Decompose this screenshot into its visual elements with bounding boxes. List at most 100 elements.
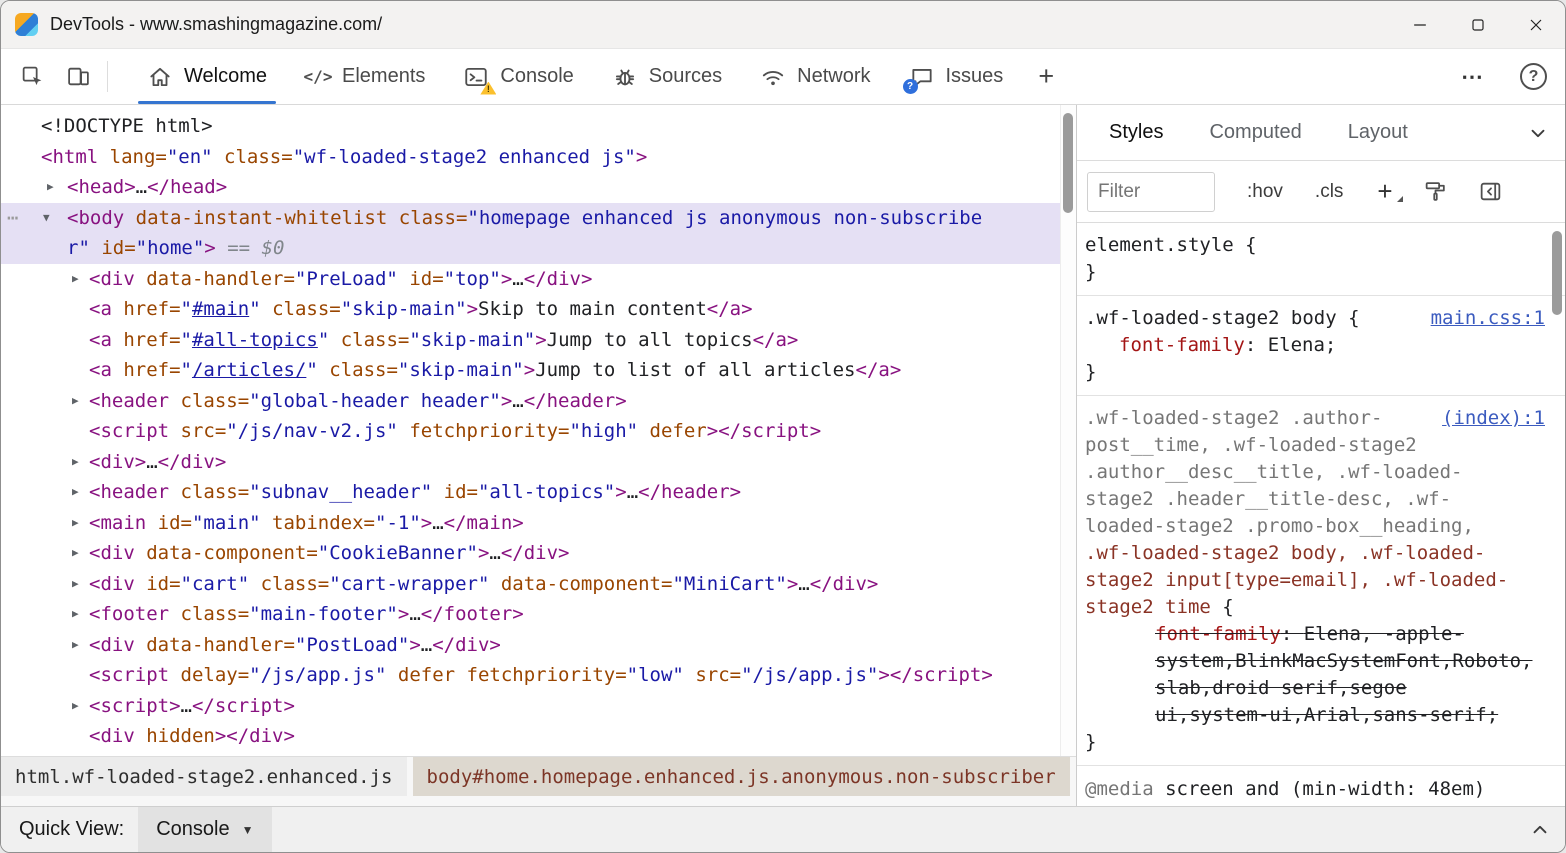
- code-token: class=: [169, 390, 249, 412]
- expand-arrow-icon[interactable]: ▶: [72, 569, 79, 600]
- expand-arrow-icon[interactable]: ▶: [72, 447, 79, 478]
- styles-filter-input[interactable]: [1087, 172, 1215, 212]
- attribute-link[interactable]: /articles/: [192, 359, 306, 381]
- dom-tree-node[interactable]: ▶<div id="cart" class="cart-wrapper" dat…: [1, 569, 1076, 600]
- code-token: <div: [89, 268, 135, 290]
- sidebar-tabs-overflow-button[interactable]: [1527, 122, 1549, 144]
- toggle-element-state-button[interactable]: :hov: [1247, 181, 1283, 203]
- tab-elements[interactable]: </>Elements: [286, 49, 444, 104]
- code-token: data-instant-whitelist: [124, 207, 387, 229]
- customize-devtools-button[interactable]: ⋯: [1443, 64, 1503, 90]
- dom-tree-node[interactable]: <a href="/articles/" class="skip-main">J…: [1, 355, 1076, 386]
- code-token: <script: [89, 664, 169, 686]
- collapse-arrow-icon[interactable]: ▼: [43, 203, 50, 234]
- elements-scrollbar[interactable]: [1060, 105, 1076, 756]
- attribute-link[interactable]: #main: [192, 298, 249, 320]
- code-token: <a: [89, 329, 112, 351]
- device-emulation-button[interactable]: [55, 49, 101, 104]
- css-rule[interactable]: element.style {}: [1077, 223, 1565, 296]
- scrollbar-thumb[interactable]: [1063, 113, 1073, 213]
- selector-segment: .wf-loaded-stage2 .author-: [1085, 407, 1382, 429]
- dom-tree-node[interactable]: ▶<main id="main" tabindex="-1">…</main>: [1, 508, 1076, 539]
- dom-tree-node[interactable]: ▶<div>…</div>: [1, 447, 1076, 478]
- attribute-link[interactable]: #all-topics: [192, 329, 318, 351]
- expand-arrow-icon[interactable]: ▶: [72, 691, 79, 722]
- expand-arrow-icon[interactable]: ▶: [72, 264, 79, 295]
- css-property-value: slab,droid serif,segoe: [1155, 677, 1407, 699]
- css-property-value: Elena, -apple-: [1304, 623, 1464, 645]
- dom-tree-node[interactable]: ▶<div data-handler="PostLoad">…</div>: [1, 630, 1076, 661]
- new-style-rule-button[interactable]: +: [1377, 176, 1392, 207]
- styles-filter-bar: :hov .cls +: [1077, 161, 1565, 223]
- quick-view-panel-select[interactable]: Console ▼: [138, 807, 271, 852]
- home-icon: [147, 64, 173, 90]
- devtools-window: DevTools - www.smashingmagazine.com/ Wel…: [0, 0, 1566, 853]
- dom-tree-node[interactable]: <!DOCTYPE html>: [1, 111, 1076, 142]
- help-button[interactable]: ?: [1520, 63, 1547, 90]
- dom-tree-node[interactable]: ▶<header class="subnav__header" id="all-…: [1, 477, 1076, 508]
- dom-tree-node[interactable]: ▶<head>…</head>: [1, 172, 1076, 203]
- rendering-emulation-button[interactable]: [1423, 179, 1448, 204]
- dom-tree-node[interactable]: <script delay="/js/app.js" defer fetchpr…: [1, 660, 1076, 691]
- css-declaration[interactable]: font-family: Elena;: [1085, 332, 1547, 359]
- code-token: >: [878, 664, 889, 686]
- dom-tree-node[interactable]: <html lang="en" class="wf-loaded-stage2 …: [1, 142, 1076, 173]
- more-tools-button[interactable]: +: [1022, 49, 1070, 104]
- expand-arrow-icon[interactable]: ▶: [72, 508, 79, 539]
- close-button[interactable]: [1507, 1, 1565, 48]
- expand-quick-view-button[interactable]: [1529, 807, 1551, 852]
- dom-tree-node[interactable]: <a href="#all-topics" class="skip-main">…: [1, 325, 1076, 356]
- dom-tree-node[interactable]: <script src="/js/nav-v2.js" fetchpriorit…: [1, 416, 1076, 447]
- inspect-element-button[interactable]: [9, 49, 55, 104]
- code-token: "CookieBanner": [318, 542, 478, 564]
- dom-tree-node[interactable]: <div hidden></div>: [1, 721, 1076, 752]
- maximize-button[interactable]: [1449, 1, 1507, 48]
- dom-tree-node[interactable]: ▶<script>…</script>: [1, 691, 1076, 722]
- css-selector: .author__desc__title, .wf-loaded-: [1085, 459, 1547, 486]
- tab-network[interactable]: Network: [741, 49, 889, 104]
- dropdown-arrow-icon: ▼: [242, 823, 254, 837]
- expand-arrow-icon[interactable]: ▶: [72, 386, 79, 417]
- expand-arrow-icon[interactable]: ▶: [72, 538, 79, 569]
- tab-console[interactable]: !Console: [444, 49, 592, 104]
- css-rule[interactable]: main.css:1.wf-loaded-stage2 body {font-f…: [1077, 296, 1565, 396]
- stylesheet-link[interactable]: main.css:1: [1431, 305, 1545, 332]
- tab-styles[interactable]: Styles: [1109, 121, 1163, 144]
- tab-computed[interactable]: Computed: [1209, 121, 1301, 144]
- expand-arrow-icon[interactable]: ▶: [72, 630, 79, 661]
- tab-layout[interactable]: Layout: [1348, 121, 1408, 144]
- breadcrumb-html[interactable]: html.wf-loaded-stage2.enhanced.js: [1, 757, 407, 796]
- tab-sources[interactable]: Sources: [593, 49, 741, 104]
- dom-tree-node[interactable]: ▶<div data-component="CookieBanner">…</d…: [1, 538, 1076, 569]
- code-token: id=: [146, 512, 192, 534]
- dock-sidebar-button[interactable]: [1478, 179, 1503, 204]
- code-token: <body: [67, 207, 124, 229]
- code-token: </head>: [147, 176, 227, 198]
- minimize-button[interactable]: [1391, 1, 1449, 48]
- expand-arrow-icon[interactable]: ▶: [47, 172, 54, 203]
- node-overflow-icon[interactable]: ⋯: [7, 203, 18, 234]
- expand-arrow-icon[interactable]: ▶: [72, 599, 79, 630]
- dom-tree-node[interactable]: ▶<div data-handler="PreLoad" id="top">…<…: [1, 264, 1076, 295]
- stylesheet-link[interactable]: (index):1: [1442, 405, 1545, 432]
- code-token: "skip-main": [409, 329, 535, 351]
- breadcrumb-body[interactable]: body#home.homepage.enhanced.js.anonymous…: [413, 757, 1070, 796]
- plus-icon: +: [1038, 61, 1054, 92]
- quick-view-label: Quick View:: [19, 818, 124, 841]
- code-token: src=: [169, 420, 226, 442]
- dom-tree-node[interactable]: ▶<header class="global-header header">…<…: [1, 386, 1076, 417]
- dom-tree-node[interactable]: ▶<footer class="main-footer">…</footer>: [1, 599, 1076, 630]
- code-token: class=: [261, 298, 341, 320]
- expand-arrow-icon[interactable]: ▶: [72, 477, 79, 508]
- element-classes-button[interactable]: .cls: [1315, 181, 1344, 203]
- tab-welcome[interactable]: Welcome: [128, 49, 286, 104]
- help-icon: ?: [1529, 68, 1539, 86]
- dom-tree-node[interactable]: ⋯▼<body data-instant-whitelist class="ho…: [1, 203, 1076, 264]
- tab-issues[interactable]: ?Issues: [890, 49, 1023, 104]
- dom-tree-node[interactable]: <a href="#main" class="skip-main">Skip t…: [1, 294, 1076, 325]
- css-rule[interactable]: (index):1.wf-loaded-stage2 .author-post_…: [1077, 396, 1565, 766]
- minimize-icon: [1410, 15, 1430, 35]
- styles-scrollbar-thumb[interactable]: [1552, 231, 1562, 315]
- chevron-down-icon: [1527, 122, 1549, 144]
- css-declaration[interactable]: font-family: Elena, -apple-system,BlinkM…: [1085, 621, 1547, 729]
